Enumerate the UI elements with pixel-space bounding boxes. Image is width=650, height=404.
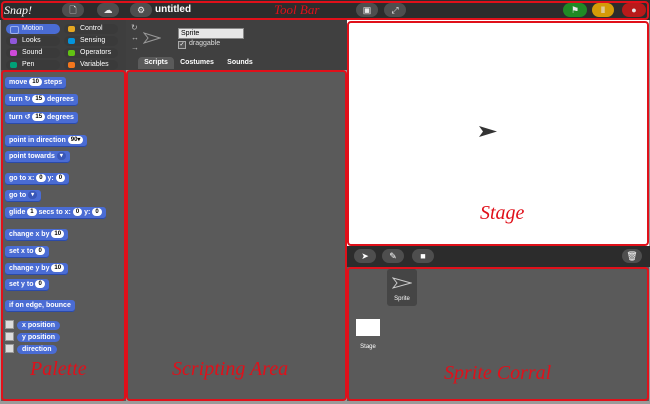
- sprite-corral-outline: [347, 267, 649, 401]
- tool-bar-outline: [1, 1, 649, 20]
- category-variables[interactable]: Variables: [64, 60, 118, 70]
- corral-toolbar: ➤ ✎ ■ 🗑: [347, 246, 650, 267]
- add-turtle-sprite-button[interactable]: ➤: [354, 249, 376, 263]
- palette-outline: [1, 70, 126, 401]
- trash-button[interactable]: 🗑: [622, 249, 642, 263]
- category-selector: Motion Control Looks Sensing Sound Opera…: [1, 20, 126, 70]
- category-operators[interactable]: Operators: [64, 48, 118, 58]
- tab-costumes[interactable]: Costumes: [176, 57, 218, 69]
- category-looks[interactable]: Looks: [6, 36, 60, 46]
- tab-sounds[interactable]: Sounds: [221, 57, 259, 69]
- sprite-thumbnail-icon: [143, 32, 161, 44]
- sprite-name-field[interactable]: Sprite: [178, 28, 244, 39]
- category-dot: [10, 26, 19, 34]
- draggable-checkbox[interactable]: ✓: [178, 41, 186, 49]
- no-rotate-icon[interactable]: →: [131, 43, 139, 53]
- rotate-icon[interactable]: ↻: [131, 23, 139, 33]
- tab-scripts[interactable]: Scripts: [138, 57, 174, 69]
- category-pen[interactable]: Pen: [6, 60, 60, 70]
- category-sound[interactable]: Sound: [6, 48, 60, 58]
- draggable-label: draggable: [189, 40, 221, 47]
- paint-sprite-button[interactable]: ✎: [382, 249, 404, 263]
- category-motion[interactable]: Motion: [6, 24, 60, 34]
- category-sensing[interactable]: Sensing: [64, 36, 118, 46]
- stage-outline: [347, 21, 649, 246]
- turtle-arrow-icon: ➤: [361, 251, 369, 261]
- rotation-style-buttons[interactable]: ↻ ↔ →: [131, 23, 139, 53]
- trash-icon: 🗑: [626, 251, 638, 261]
- scripting-area[interactable]: [126, 70, 347, 401]
- paintbrush-icon: ✎: [389, 251, 397, 261]
- flip-icon[interactable]: ↔: [131, 33, 139, 43]
- category-control[interactable]: Control: [64, 24, 118, 34]
- camera-icon: ■: [420, 251, 426, 261]
- camera-sprite-button[interactable]: ■: [412, 249, 434, 263]
